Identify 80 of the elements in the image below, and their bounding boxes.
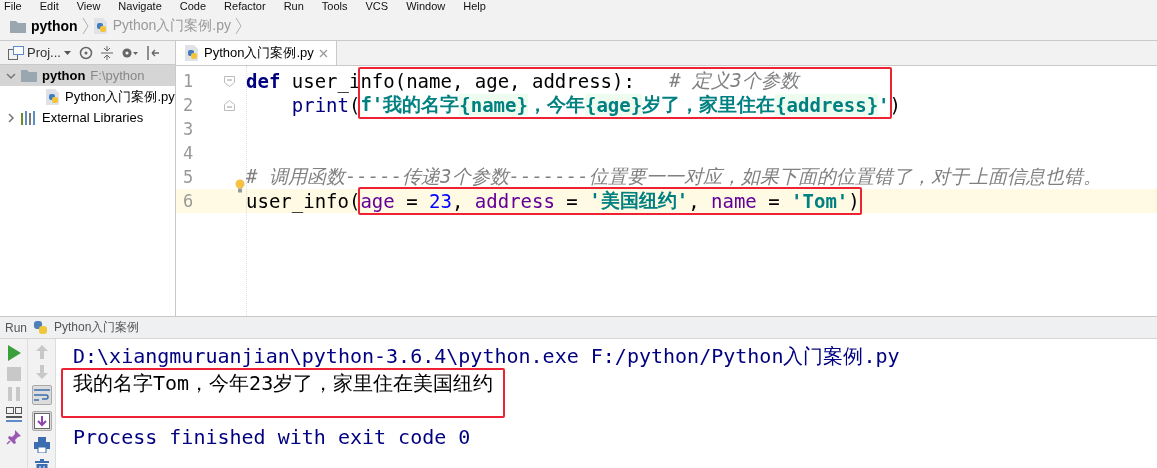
code-token: print (290, 94, 349, 116)
code-token: {name} (459, 94, 528, 116)
code-token: address (474, 190, 555, 212)
code-token: name (711, 190, 757, 212)
code-token: age (360, 190, 395, 212)
code-token: ) (848, 190, 860, 212)
line-number: 2 (182, 95, 195, 115)
code-token: def (246, 70, 281, 92)
code-token: {address} (775, 94, 879, 116)
console-line: D:\xiangmuruanjian\python-3.6.4\python.exe F:/python/Python入门案例.py (73, 344, 900, 368)
code-token: 'Tom' (791, 190, 849, 212)
menu-item[interactable]: Navigate (118, 0, 162, 12)
code-token: , (688, 190, 701, 212)
code-token: user_info( (246, 190, 361, 212)
code-token: = (565, 190, 579, 212)
code-token: ，今年 (527, 92, 585, 115)
tree-item[interactable]: python (42, 68, 86, 83)
library-icon (21, 110, 37, 125)
crosshair-icon[interactable] (78, 45, 93, 60)
tree-item[interactable]: External Libraries (42, 110, 144, 125)
fold-marker-icon[interactable] (224, 99, 235, 111)
code-token: ' (878, 94, 890, 116)
line-number: 1 (182, 71, 195, 91)
tree-item[interactable]: Python入门案例.py (65, 87, 175, 106)
code-token: ) (889, 94, 901, 116)
console-line: Process finished with exit code 0 (73, 425, 471, 449)
code-token: = (767, 190, 781, 212)
python-file-icon (45, 88, 60, 105)
code-token: # 调用函数-----传递3个参数-------位置要一一对应，如果下面的位置错了，对于上面信息也错。 (246, 164, 1102, 189)
folder-path: F:\python (90, 68, 145, 83)
panel-title: Run (5, 320, 27, 335)
run-config-name[interactable]: Python入门案例 (54, 319, 140, 336)
code-token: 岁了，家里住在 (642, 92, 776, 115)
line-number: 4 (182, 143, 195, 163)
pin-icon[interactable] (5, 429, 22, 445)
menu-item[interactable]: Tools (321, 0, 348, 12)
line-number: 3 (182, 119, 195, 139)
code-token: # 定义3个参数 (668, 68, 799, 93)
run-icon[interactable] (6, 345, 21, 361)
menu-item[interactable]: Run (283, 0, 304, 12)
panel-title[interactable]: Proj... (27, 45, 61, 60)
menu-item[interactable]: Code (179, 0, 207, 12)
breadcrumb-item[interactable]: python (31, 18, 78, 34)
menu-item[interactable]: View (76, 0, 101, 12)
collapse-icon[interactable] (100, 45, 113, 60)
folder-icon (10, 19, 26, 33)
code-token: = (405, 190, 419, 212)
close-icon[interactable] (318, 48, 328, 58)
editor-tab[interactable]: Python入门案例.py (176, 41, 337, 65)
dropdown-caret-icon[interactable] (63, 50, 71, 55)
scroll-to-end-icon[interactable] (33, 413, 50, 429)
hide-panel-icon[interactable] (146, 45, 159, 60)
menu-item[interactable]: VCS (365, 0, 389, 12)
python-icon (33, 320, 48, 335)
panel-icon (8, 45, 24, 60)
line-number: 5 (182, 167, 195, 187)
menu-item[interactable]: File (4, 0, 22, 12)
python-file-icon (92, 18, 108, 34)
code-token: (name, age, address): (394, 70, 635, 92)
console-line: 我的名字Tom，今年23岁了，家里住在美国纽约 (73, 371, 494, 395)
fold-marker-icon[interactable] (224, 75, 235, 87)
code-token: 23 (429, 190, 452, 212)
code-token: ( (348, 94, 361, 116)
folder-icon (21, 69, 37, 82)
lightbulb-icon[interactable] (235, 179, 245, 193)
layout-icon[interactable] (5, 407, 22, 423)
menu-item[interactable]: Refactor (224, 0, 266, 12)
code-token: , (451, 190, 465, 212)
menu-item[interactable]: Help (463, 0, 486, 12)
menu-item[interactable]: Edit (39, 0, 59, 12)
python-file-icon (184, 45, 199, 61)
print-icon[interactable] (33, 437, 50, 453)
code-token: {age} (584, 94, 643, 116)
menu-item[interactable]: Window (406, 0, 446, 12)
code-token: '美国纽约' (589, 188, 689, 213)
soft-wrap-icon[interactable] (33, 387, 50, 403)
line-number: 6 (182, 191, 195, 211)
chevron-icon (234, 17, 242, 35)
code-token: f'我的名字 (360, 93, 460, 117)
chevron-icon (81, 17, 89, 35)
